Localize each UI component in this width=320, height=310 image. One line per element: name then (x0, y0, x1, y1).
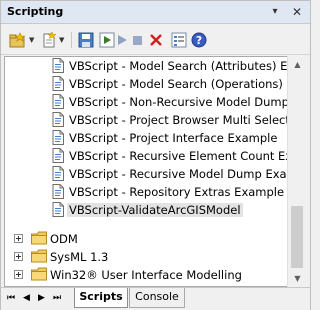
script-item[interactable]: VBScript - Project Browser Multi Selecti… (5, 111, 288, 129)
new-script-group-dropdown-icon[interactable]: ▼ (29, 36, 34, 44)
expand-icon[interactable] (14, 234, 23, 243)
new-script-icon[interactable] (41, 32, 57, 48)
script-item-label: VBScript - Recursive Model Dump Example (69, 167, 288, 181)
script-item[interactable]: VBScript - Repository Extras Example (5, 183, 288, 201)
previous-tab-icon[interactable]: ◀ (23, 293, 30, 303)
script-group-label: ODM (50, 232, 78, 246)
script-item[interactable]: VBScript-ValidateArcGISModel (5, 201, 288, 219)
svg-text:?: ? (196, 34, 202, 47)
script-item[interactable]: VBScript - Recursive Element Count Examp (5, 147, 288, 165)
script-file-icon (52, 94, 64, 109)
tab-scripts[interactable]: Scripts (74, 288, 128, 308)
script-item[interactable]: VBScript - Project Interface Example (5, 129, 288, 147)
expand-icon[interactable] (14, 252, 23, 261)
script-group[interactable]: ODM (5, 230, 288, 248)
help-icon[interactable]: ? (191, 32, 207, 48)
bottom-tab-bar: ⏮ ◀ ▶ ⏭ Scripts Console (1, 287, 310, 310)
script-group[interactable]: Win32® User Interface Modelling (5, 266, 288, 284)
script-file-icon (52, 76, 64, 91)
new-script-group-icon[interactable] (9, 32, 27, 48)
script-item-label: VBScript - Model Search (Operations) Exa… (69, 77, 288, 91)
tab-console[interactable]: Console (129, 288, 185, 308)
toolbar-separator (71, 32, 72, 48)
panel-menu-button[interactable]: ▾ (268, 5, 282, 19)
scrollbar-thumb[interactable] (291, 206, 303, 268)
save-icon[interactable] (78, 32, 94, 48)
script-file-icon (52, 112, 64, 127)
vertical-scrollbar[interactable]: ▲ ▼ (287, 56, 307, 287)
debug-icon[interactable] (115, 32, 129, 48)
folder-icon (31, 249, 47, 263)
script-group[interactable]: SysML 1.3 (5, 248, 288, 266)
script-item-label: VBScript - Project Browser Multi Selecti… (69, 113, 289, 127)
script-item-label: VBScript-ValidateArcGISModel (67, 203, 243, 217)
panel-close-button[interactable]: ✕ (290, 5, 304, 19)
script-item-label: VBScript - Project Interface Example (69, 131, 278, 145)
properties-icon[interactable] (171, 32, 187, 48)
script-file-icon (52, 58, 64, 73)
stop-icon[interactable] (131, 32, 145, 48)
run-script-icon[interactable] (99, 32, 115, 48)
expand-icon[interactable] (14, 270, 23, 279)
panel-titlebar: Scripting ▾ ✕ (1, 1, 310, 24)
folder-icon (31, 267, 47, 281)
script-group-label: SysML 1.3 (50, 250, 109, 264)
last-tab-icon[interactable]: ⏭ (53, 293, 61, 303)
panel-title: Scripting (7, 5, 64, 18)
next-tab-icon[interactable]: ▶ (38, 293, 45, 303)
script-group-label: Win32® User Interface Modelling (50, 268, 242, 282)
script-item[interactable]: VBScript - Non-Recursive Model Dump Exa (5, 93, 288, 111)
scroll-up-button[interactable]: ▲ (288, 56, 307, 73)
script-item-label: VBScript - Repository Extras Example (69, 185, 285, 199)
script-item[interactable]: VBScript - Model Search (Attributes) Exa… (5, 57, 288, 75)
script-file-icon (52, 184, 64, 199)
scripting-panel: Scripting ▾ ✕ ▼ ▼ ? VBScript - Model Sea… (0, 0, 311, 310)
scroll-down-button[interactable]: ▼ (288, 270, 307, 287)
script-file-icon (52, 148, 64, 163)
script-item-label: VBScript - Non-Recursive Model Dump Exa (69, 95, 289, 109)
script-file-icon (52, 166, 64, 181)
script-item[interactable]: VBScript - Recursive Model Dump Example (5, 165, 288, 183)
script-item-label: VBScript - Recursive Element Count Examp (69, 149, 288, 163)
toolbar: ▼ ▼ ? (1, 24, 310, 55)
first-tab-icon[interactable]: ⏮ (7, 293, 15, 303)
script-file-icon (52, 130, 64, 145)
script-file-icon (52, 202, 64, 217)
script-item-label: VBScript - Model Search (Attributes) Exa… (69, 59, 288, 73)
folder-icon (31, 231, 47, 245)
script-tree: VBScript - Model Search (Attributes) Exa… (4, 56, 289, 287)
delete-icon[interactable] (149, 32, 163, 48)
new-script-dropdown-icon[interactable]: ▼ (59, 36, 64, 44)
script-item[interactable]: VBScript - Model Search (Operations) Exa… (5, 75, 288, 93)
